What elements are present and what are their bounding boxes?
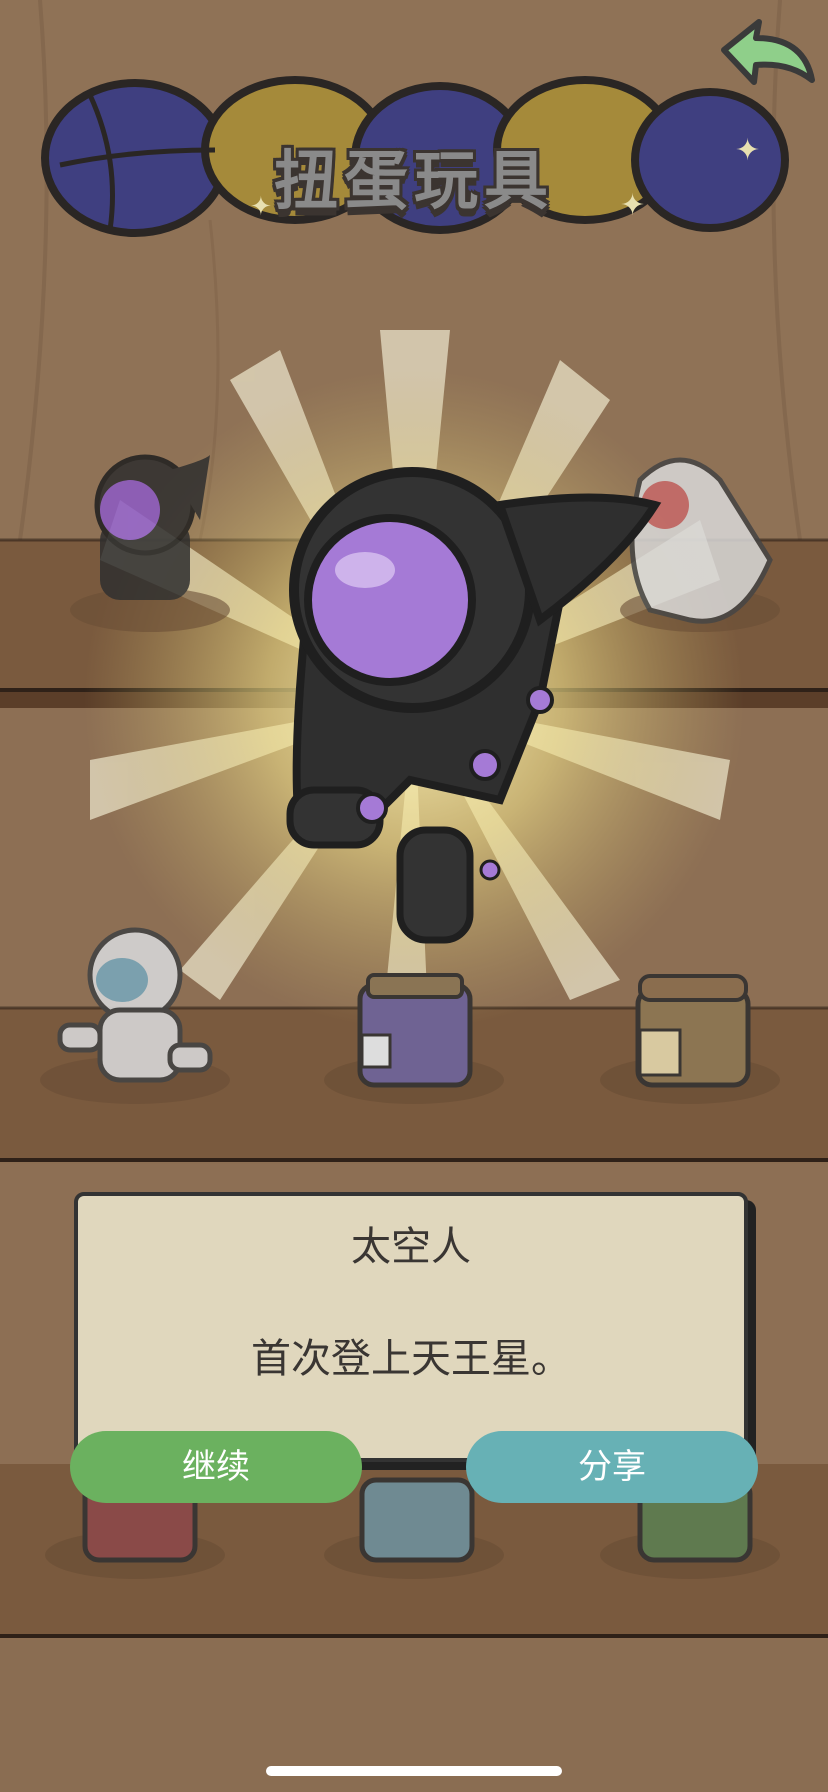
- continue-button[interactable]: 继续: [70, 1431, 362, 1503]
- home-indicator[interactable]: [266, 1766, 562, 1776]
- back-button[interactable]: [704, 10, 824, 100]
- share-button[interactable]: 分享: [466, 1431, 758, 1503]
- back-arrow-icon: [721, 19, 815, 85]
- page-title: 扭蛋玩具: [274, 145, 554, 219]
- toy-info-dialog: 太空人 首次登上天王星。: [74, 1192, 748, 1462]
- game-background: ✦ ✦ ✦: [0, 0, 828, 1792]
- toy-name: 太空人: [351, 1224, 471, 1270]
- toy-description: 首次登上天王星。: [251, 1336, 571, 1382]
